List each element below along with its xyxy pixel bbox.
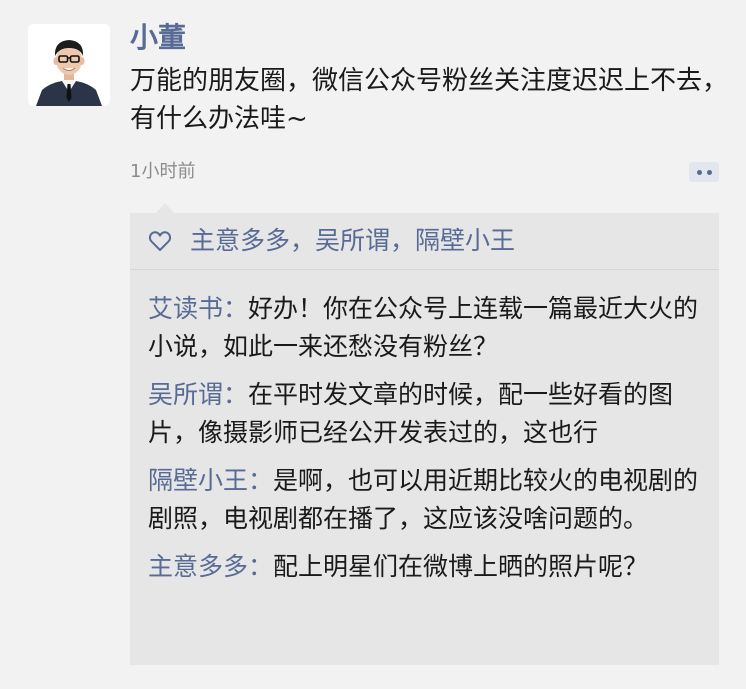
post-text: 万能的朋友圈，微信公众号粉丝关注度迟迟上不去，有什么办法哇~ (130, 66, 729, 134)
likes-names[interactable]: 主意多多，吴所谓，隔壁小王 (190, 225, 515, 257)
avatar[interactable] (28, 24, 110, 106)
comment-author[interactable]: 主意多多 (148, 552, 248, 581)
likes-comments-box: 主意多多，吴所谓，隔壁小王 艾读书：好办！你在公众号上连载一篇最近大火的小说，如… (130, 213, 719, 665)
comment-list: 艾读书：好办！你在公众号上连载一篇最近大火的小说，如此一来还愁没有粉丝？ 吴所谓… (130, 270, 719, 586)
more-button[interactable] (689, 162, 719, 182)
comment-item[interactable]: 艾读书：好办！你在公众号上连载一篇最近大火的小说，如此一来还愁没有粉丝？ (148, 290, 701, 366)
comment-item[interactable]: 隔壁小王：是啊，也可以用近期比较火的电视剧的剧照，电视剧都在播了，这应该没啥问题… (148, 462, 701, 538)
heart-icon (148, 229, 172, 253)
more-icon (696, 169, 702, 175)
likes-row: 主意多多，吴所谓，隔壁小王 (130, 213, 719, 270)
avatar-icon (28, 24, 110, 106)
more-icon (706, 169, 712, 175)
comment-separator: ： (248, 466, 274, 495)
comment-author[interactable]: 隔壁小王 (148, 466, 248, 495)
comment-author[interactable]: 艾读书 (148, 294, 223, 323)
comment-separator: ： (223, 294, 249, 323)
comment-item[interactable]: 主意多多：配上明星们在微博上晒的照片呢？ (148, 548, 701, 586)
comment-separator: ： (248, 552, 274, 581)
comment-author[interactable]: 吴所谓 (148, 380, 223, 409)
comment-text: 配上明星们在微博上晒的照片呢？ (273, 552, 649, 581)
post-timestamp: 1小时前 (130, 161, 196, 182)
post-author-name[interactable]: 小董 (130, 18, 186, 58)
comment-item[interactable]: 吴所谓：在平时发文章的时候，配一些好看的图片，像摄影师已经公开发表过的，这也行 (148, 376, 701, 452)
comment-separator: ： (223, 380, 249, 409)
